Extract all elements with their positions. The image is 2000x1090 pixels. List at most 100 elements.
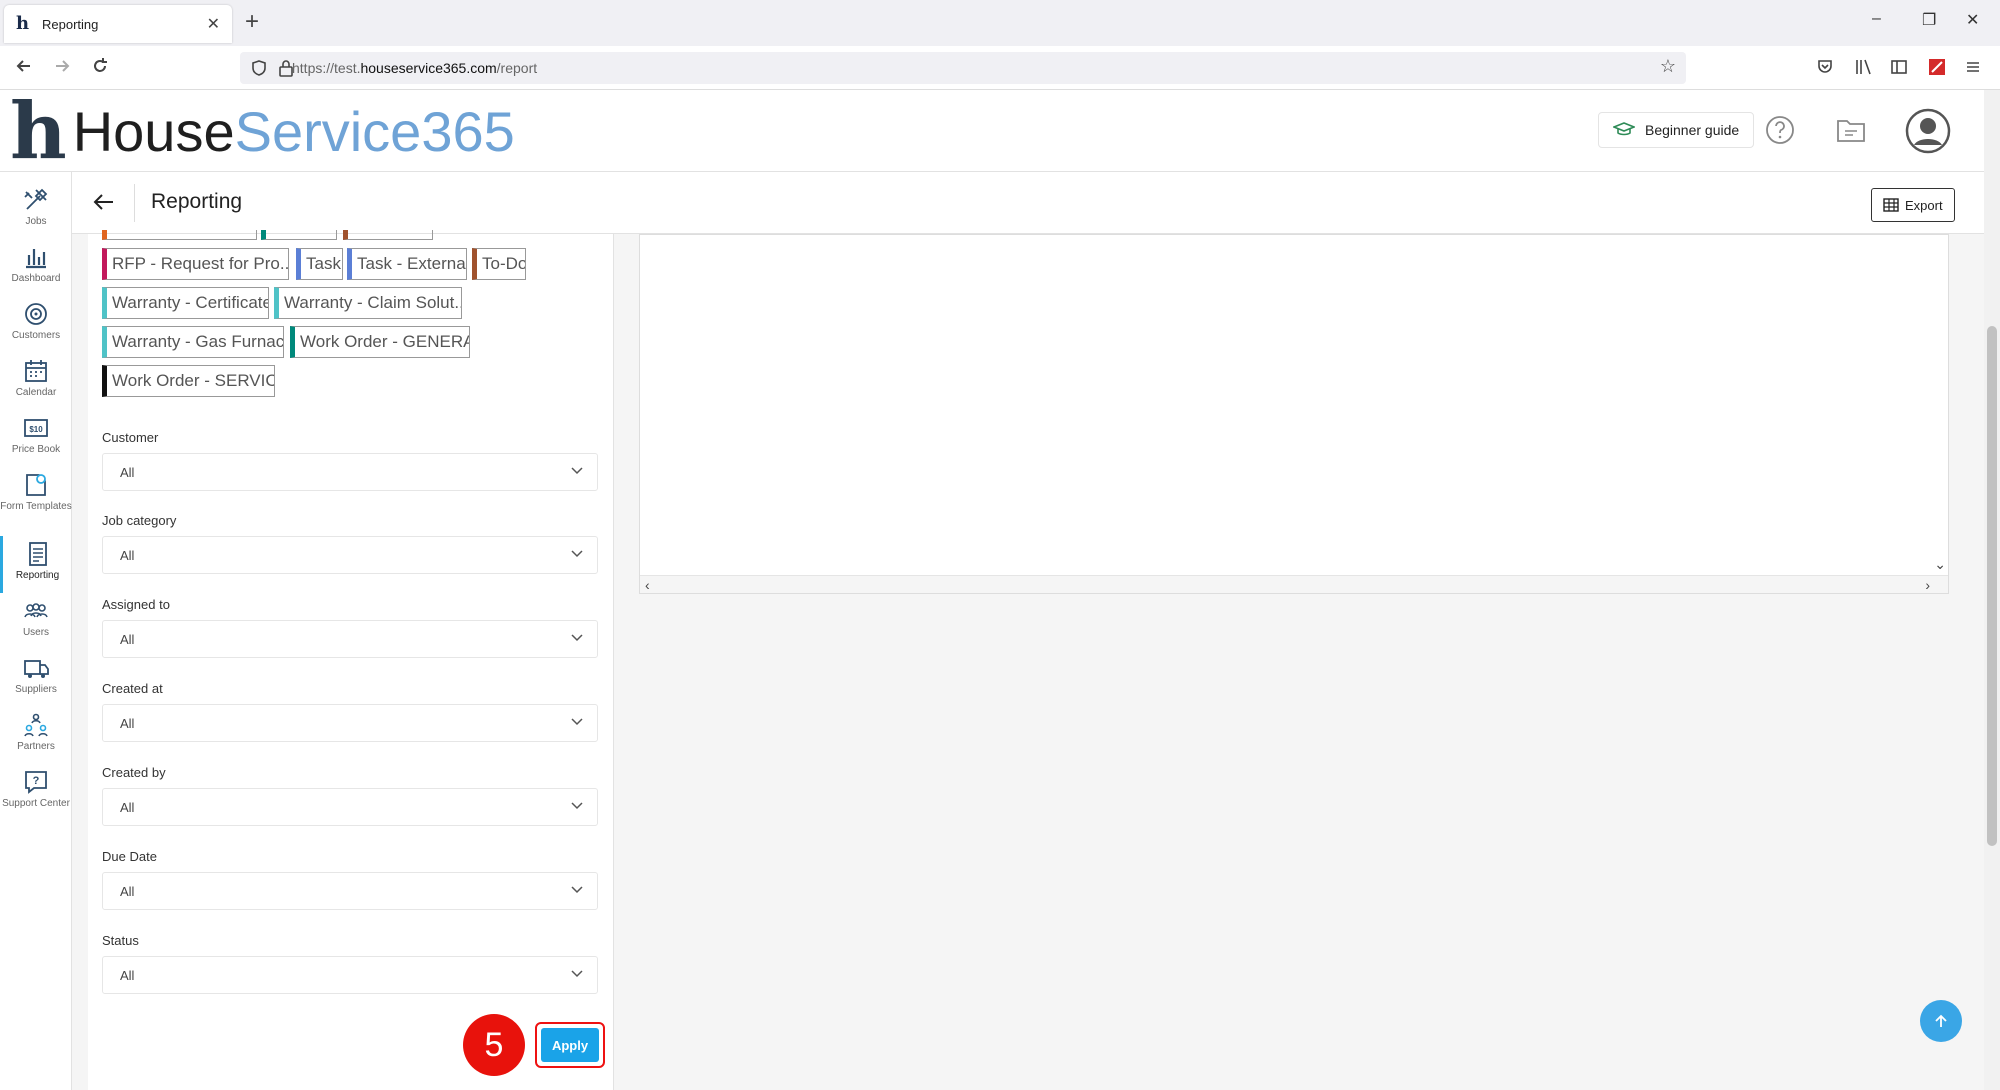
browser-tab-bar: h Reporting ✕ + – ❐ ✕ [0, 0, 2000, 46]
tag-partial [102, 230, 257, 240]
job-category-label: Job category [102, 513, 177, 528]
tag-task[interactable]: Task [296, 248, 343, 280]
scroll-left-arrow-icon[interactable]: ‹ [645, 577, 650, 593]
tag-partial [343, 230, 433, 240]
sidebar-label: Jobs [25, 216, 47, 227]
tools-icon [24, 188, 48, 210]
sidebar-toggle-icon[interactable] [1890, 58, 1908, 81]
apply-highlight: Apply [535, 1022, 605, 1068]
sidebar-item-partners[interactable]: Partners [0, 707, 72, 764]
help-icon[interactable] [1765, 115, 1795, 150]
due-date-label: Due Date [102, 849, 157, 864]
browser-tab[interactable]: h Reporting ✕ [4, 5, 232, 43]
sidebar-item-calendar[interactable]: Calendar [0, 353, 72, 410]
export-button[interactable]: Export [1871, 188, 1955, 222]
sidebar-label: Form Templates [0, 501, 72, 512]
apply-button[interactable]: Apply [541, 1028, 599, 1062]
lock-icon[interactable] [278, 59, 294, 82]
tag-task-external[interactable]: Task - External [347, 248, 467, 280]
bookmark-star-icon[interactable]: ☆ [1660, 56, 1676, 77]
sidebar-label: Customers [11, 330, 61, 341]
tab-title: Reporting [42, 16, 99, 32]
forward-icon[interactable] [52, 56, 72, 82]
status-select[interactable]: All [102, 956, 598, 994]
tag-warranty-certificate[interactable]: Warranty - Certificate [102, 287, 269, 319]
chevron-down-icon [571, 970, 583, 978]
scrollbar-thumb[interactable] [1987, 326, 1997, 846]
browser-nav-bar: https://test.houseservice365.com/report … [0, 46, 2000, 90]
sidebar-label: Users [22, 627, 50, 638]
logo[interactable]: h House Service365 [10, 86, 515, 177]
sidebar-label: Suppliers [15, 684, 57, 695]
report-table-area[interactable]: ⌄ ‹ › [639, 234, 1949, 594]
chevron-down-icon [571, 718, 583, 726]
sidebar-label: Partners [17, 741, 55, 752]
sidebar-label: Support Center [2, 798, 70, 809]
beginner-guide-button[interactable]: Beginner guide [1598, 112, 1755, 148]
tag-work-order-service[interactable]: Work Order - SERVICE [102, 365, 275, 397]
created-by-select[interactable]: All [102, 788, 598, 826]
sidebar-item-form-templates[interactable]: Form Templates [0, 467, 72, 524]
tag-to-do[interactable]: To-Do [472, 248, 526, 280]
page-scrollbar[interactable] [1984, 90, 2000, 1090]
sidebar-item-suppliers[interactable]: Suppliers [0, 650, 72, 707]
users-icon [24, 603, 48, 618]
support-icon: ? [25, 771, 47, 794]
tag-work-order-general[interactable]: Work Order - GENERAL [290, 326, 470, 358]
tag-warranty-claim[interactable]: Warranty - Claim Solut... [274, 287, 462, 319]
tab-close-icon[interactable]: ✕ [207, 14, 220, 34]
back-arrow-icon[interactable] [92, 190, 116, 219]
filter-panel: RFP - Request for Pro... Task Task - Ext… [88, 230, 614, 1090]
tag-rfp[interactable]: RFP - Request for Pro... [102, 248, 289, 280]
back-icon[interactable] [14, 56, 34, 82]
new-tab-button[interactable]: + [245, 8, 259, 36]
assigned-to-label: Assigned to [102, 597, 170, 612]
restore-button[interactable]: ❐ [1922, 10, 1936, 30]
tag-warranty-gas-furnace[interactable]: Warranty - Gas Furnace [102, 326, 284, 358]
sidebar-item-jobs[interactable]: Jobs [0, 182, 72, 239]
assigned-to-select[interactable]: All [102, 620, 598, 658]
select-value: All [120, 715, 135, 731]
job-category-select[interactable]: All [102, 536, 598, 574]
reload-icon[interactable] [90, 56, 110, 82]
chevron-down-icon [571, 467, 583, 475]
logo-mark: h [10, 86, 67, 177]
status-label: Status [102, 933, 139, 948]
sidebar-item-price-book[interactable]: $10 Price Book [0, 410, 72, 467]
select-value: All [120, 967, 135, 983]
customer-select[interactable]: All [102, 453, 598, 491]
arrow-up-icon [1935, 1014, 1947, 1027]
title-divider [134, 184, 135, 222]
chevron-down-icon [571, 802, 583, 810]
scroll-down-arrow-icon[interactable]: ⌄ [1934, 556, 1946, 573]
library-icon[interactable] [1854, 58, 1874, 81]
shield-icon[interactable] [250, 59, 268, 82]
partners-icon [24, 713, 48, 737]
sidebar-item-users[interactable]: Users [0, 593, 72, 650]
sidebar-item-support-center[interactable]: ? Support Center [0, 764, 72, 821]
scroll-right-arrow-icon[interactable]: › [1925, 577, 1930, 593]
horizontal-scrollbar[interactable]: ‹ › [640, 575, 1948, 593]
price-tag-icon: $10 [24, 419, 48, 437]
extension-icon[interactable] [1928, 58, 1946, 81]
url-bar[interactable]: https://test.houseservice365.com/report … [240, 52, 1686, 84]
scroll-to-top-button[interactable] [1920, 1000, 1962, 1042]
created-at-select[interactable]: All [102, 704, 598, 742]
table-icon [1883, 198, 1899, 212]
export-label: Export [1905, 197, 1943, 213]
folder-icon[interactable] [1836, 117, 1866, 148]
truck-icon [24, 660, 49, 678]
form-icon [26, 474, 46, 496]
sidebar-item-customers[interactable]: Customers [0, 296, 72, 353]
created-by-label: Created by [102, 765, 166, 780]
page-title-bar: Reporting Export [72, 172, 1984, 234]
due-date-select[interactable]: All [102, 872, 598, 910]
app-header: h House Service365 Beginner guide [0, 90, 1984, 172]
user-avatar-icon[interactable] [1905, 108, 1951, 159]
sidebar-item-reporting[interactable]: Reporting [0, 536, 72, 593]
pocket-icon[interactable] [1816, 58, 1834, 81]
menu-icon[interactable] [1964, 58, 1982, 81]
sidebar-item-dashboard[interactable]: Dashboard [0, 239, 72, 296]
close-window-button[interactable]: ✕ [1966, 10, 1979, 30]
minimize-button[interactable]: – [1872, 10, 1881, 28]
